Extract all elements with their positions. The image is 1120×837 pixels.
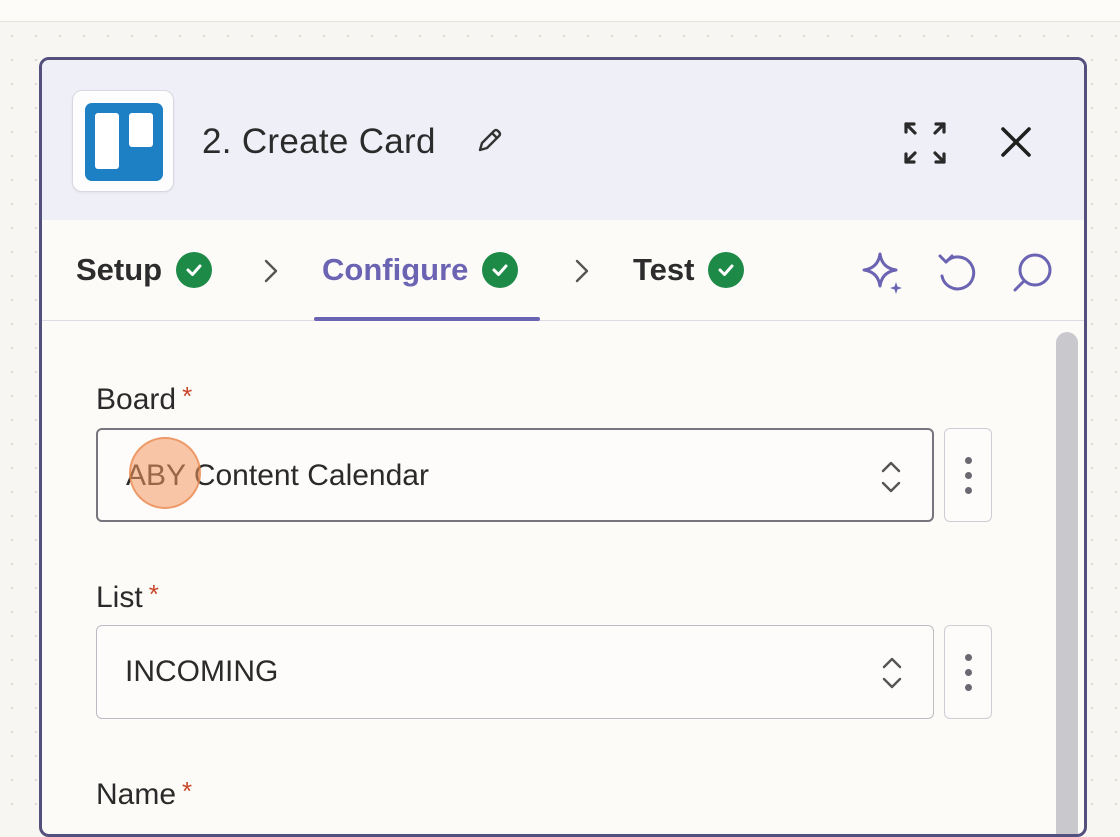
- tab-test-label: Test: [633, 252, 695, 287]
- list-select-value: INCOMING: [125, 655, 279, 688]
- name-label-text: Name: [96, 778, 177, 811]
- tab-setup-label: Setup: [76, 252, 163, 287]
- dot: [964, 668, 972, 676]
- chevron-up-down-icon: [882, 657, 902, 689]
- tab-setup[interactable]: Setup: [76, 248, 213, 292]
- sparkle-icon[interactable]: [858, 248, 908, 298]
- required-marker: *: [182, 776, 193, 806]
- close-icon[interactable]: [994, 120, 1038, 164]
- click-indicator: [129, 437, 201, 509]
- step-tabs: Setup Configure Test: [42, 220, 1084, 321]
- tab-test[interactable]: Test: [633, 248, 745, 292]
- list-more-options-button[interactable]: [944, 625, 992, 719]
- required-marker: *: [182, 381, 193, 411]
- panel-header: 2. Create Card: [42, 60, 1084, 220]
- dot: [964, 683, 972, 691]
- board-label-text: Board: [96, 383, 177, 416]
- step-title: 2. Create Card: [202, 122, 436, 161]
- chevron-up-down-icon: [881, 461, 901, 493]
- tab-configure-label: Configure: [322, 252, 469, 287]
- dot: [964, 653, 972, 661]
- board-more-options-button[interactable]: [944, 428, 992, 522]
- pencil-icon[interactable]: [474, 126, 504, 156]
- list-label-text: List: [96, 581, 143, 614]
- check-icon: [482, 252, 519, 288]
- step-editor-panel: 2. Create Card Setup Configure Test Boar…: [39, 57, 1087, 837]
- list-select[interactable]: INCOMING: [96, 625, 934, 719]
- scrollbar[interactable]: [1056, 332, 1078, 834]
- list-field-label: List *: [96, 574, 159, 614]
- name-field-label: Name *: [96, 771, 192, 811]
- app-logo: [72, 90, 174, 192]
- required-marker: *: [148, 579, 159, 609]
- top-bar: [0, 0, 1120, 22]
- dot: [964, 486, 972, 494]
- chevron-right-icon: [575, 259, 589, 283]
- comment-icon[interactable]: [1007, 248, 1057, 298]
- board-field-label: Board *: [96, 376, 192, 416]
- board-select[interactable]: ABY Content Calendar: [96, 428, 934, 522]
- check-icon: [708, 252, 745, 288]
- tab-configure[interactable]: Configure: [322, 248, 519, 292]
- chevron-right-icon: [264, 259, 278, 283]
- trello-logo-icon: [85, 103, 163, 181]
- check-icon: [176, 252, 213, 288]
- active-tab-indicator: [314, 317, 540, 321]
- dot: [964, 471, 972, 479]
- refresh-icon[interactable]: [932, 248, 982, 298]
- dot: [964, 456, 972, 464]
- expand-icon[interactable]: [900, 118, 950, 168]
